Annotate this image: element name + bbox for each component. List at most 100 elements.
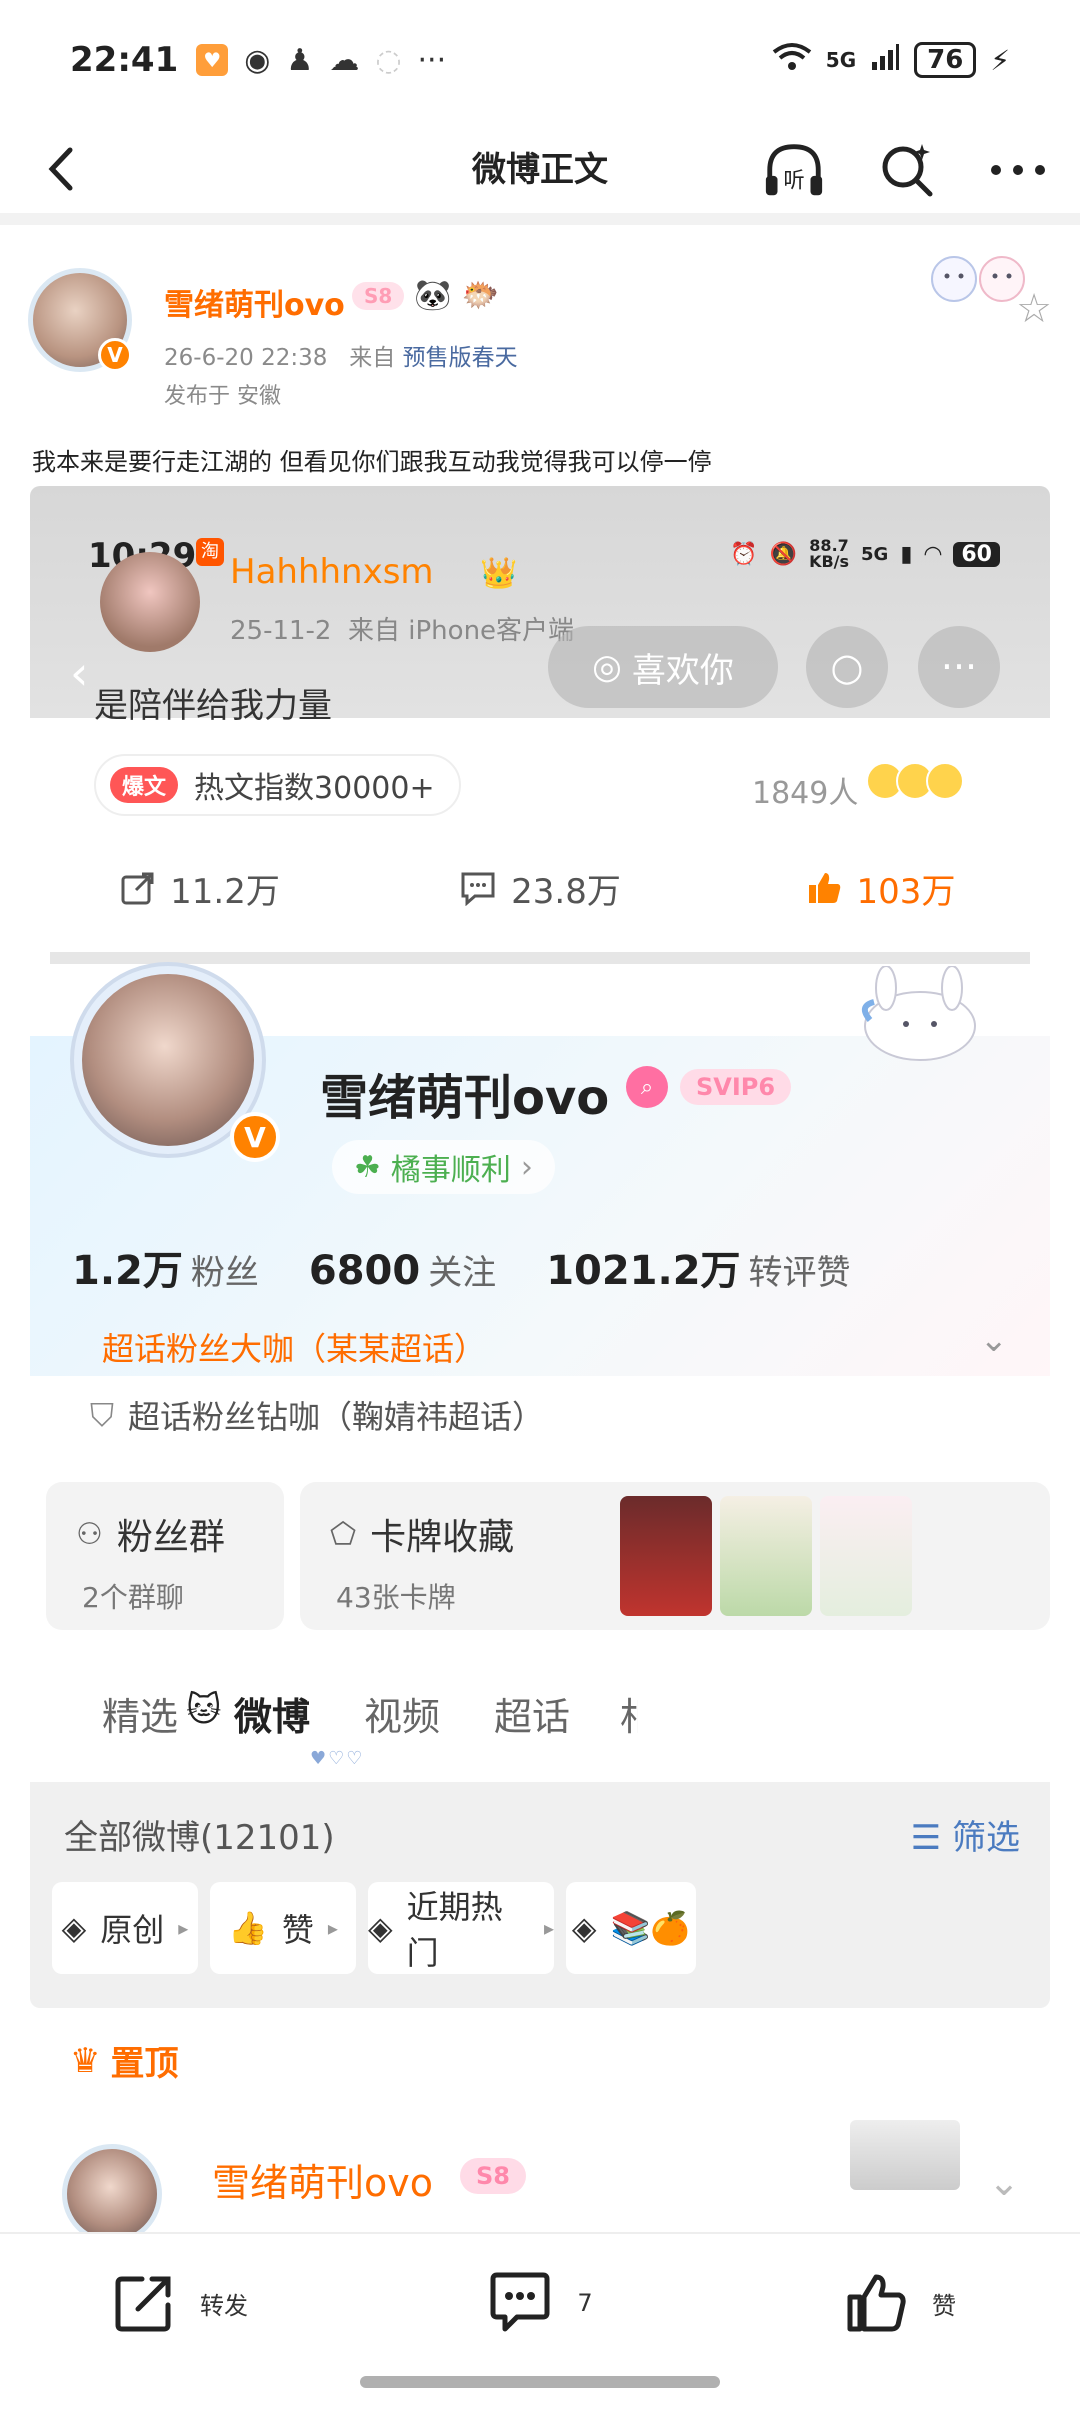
comment-stat: 23.8万 xyxy=(370,838,710,938)
screenshot-wifi-icon: ◠ xyxy=(924,541,942,567)
more-button[interactable] xyxy=(986,138,1050,202)
svg-text:听: 听 xyxy=(783,168,804,193)
chevron-right-icon: › xyxy=(520,1149,533,1185)
next-item-vip: S8 xyxy=(460,2158,526,2194)
weibo-app-icon: ◉ xyxy=(244,42,271,78)
chip-label: 赞 xyxy=(281,1911,314,1949)
card-collection-sub: 43张卡牌 xyxy=(336,1581,456,1614)
panda-icon: 🐼 xyxy=(414,278,452,313)
comment-count: 23.8万 xyxy=(511,871,621,912)
comment-icon xyxy=(490,2272,550,2332)
wechat-app-icon: ☁ xyxy=(329,42,360,78)
comment-count: 7 xyxy=(577,2289,593,2317)
orig-date: 25-11-2 xyxy=(230,616,332,646)
repost-count: 11.2万 xyxy=(170,871,280,912)
profile-avatar xyxy=(82,974,254,1146)
pinned-label: 置顶 xyxy=(110,2044,179,2084)
tab-weibo: 微博 xyxy=(234,1695,311,1739)
hot-index-pill: 爆文 热文指数30000+ xyxy=(94,754,461,816)
follow-label: 关注 xyxy=(428,1253,497,1293)
status-bar: 22:41 ♥ ◉ ♟ ☁ ◌ ··· 5G 76 ⚡ xyxy=(0,0,1080,120)
clover-icon: ☘ xyxy=(354,1149,381,1185)
fans-count: 1.2万 xyxy=(72,1248,183,1294)
screenshot-battery: 60 xyxy=(953,541,1000,567)
post-date: 26-6-20 22:38 xyxy=(164,345,328,371)
profile-status: 橘事顺利 xyxy=(390,1153,511,1188)
status-time: 22:41 xyxy=(70,40,179,80)
vip-badge[interactable]: S8 xyxy=(352,281,405,310)
fans-label: 粉丝 xyxy=(190,1253,259,1293)
tab-video: 视频 xyxy=(364,1695,441,1739)
crown-icon: 👑 xyxy=(480,556,518,591)
post-header: V 雪绪萌刊ovo S8 🐼 🐡 26-6-20 22:38 来自 预售版春天 … xyxy=(0,238,1080,418)
like-stat: 103万 xyxy=(710,838,1050,938)
profile-counts: 1.2万 粉丝 6800 关注 1021.2万 转评赞 xyxy=(72,1238,871,1296)
speed-readout: 88.7 KB/s xyxy=(809,538,849,570)
profile-badge-icon: ⌕ xyxy=(626,1066,668,1108)
chip-liked: 👍 赞 ▸ xyxy=(210,1882,356,1974)
search-button[interactable] xyxy=(874,138,938,202)
chip-label: 原创 xyxy=(100,1911,165,1949)
like-button[interactable]: 赞 xyxy=(720,2234,1080,2372)
post-location: 发布于 安徽 xyxy=(164,384,281,409)
orig-stats-row: 11.2万 23.8万 103万 xyxy=(30,838,1050,938)
screenshot-search-icon: ○ xyxy=(806,626,888,708)
home-indicator[interactable] xyxy=(360,2376,720,2388)
like-count: 103万 xyxy=(856,871,956,912)
source-prefix: 来自 xyxy=(349,345,396,371)
screenshot-more-icon: ··· xyxy=(918,626,1000,708)
people-count: 1849人 xyxy=(752,776,859,811)
more-dots-icon xyxy=(991,165,1045,175)
bottom-action-bar: 转发 7 赞 xyxy=(0,2232,1080,2372)
ring-icon: ◎ xyxy=(592,647,622,687)
orig-text: 是陪伴给我力量 xyxy=(94,686,332,726)
filter-button: ☰ 筛选 xyxy=(911,1810,1020,1859)
listen-button[interactable]: 听 xyxy=(762,138,826,202)
shield-icon: ⛉ xyxy=(90,1395,115,1434)
screenshot-status-icons: ⏰ 🔕 88.7 KB/s 5G ▮ ◠ 60 xyxy=(730,538,1000,570)
bunny-sticker-icon xyxy=(861,966,976,1061)
tab-featured: 精选 xyxy=(102,1695,179,1739)
comment-icon xyxy=(461,872,495,906)
qq-app-icon: ♟ xyxy=(286,42,314,78)
people-icon: ⚇ xyxy=(76,1516,103,1552)
post-source[interactable]: 预售版春天 xyxy=(403,345,518,371)
mute-icon: 🔕 xyxy=(769,541,798,567)
other-app-icon: ◌ xyxy=(375,42,402,78)
super-fan-diamond-row: ⛉ 超话粉丝钻咖（鞠婧祎超话） xyxy=(90,1392,544,1438)
post-meta: 26-6-20 22:38 来自 预售版春天 xyxy=(164,338,518,372)
screenshot-network-label: 5G xyxy=(861,543,889,565)
next-item-avatar xyxy=(62,2144,162,2244)
repost-button[interactable]: 转发 xyxy=(0,2234,360,2372)
fan-group-title: 粉丝群 xyxy=(116,1517,225,1558)
taobao-app-icon: ♥ xyxy=(196,44,229,76)
card-collection-icon: ⬠ xyxy=(330,1516,357,1552)
comment-button[interactable]: 7 xyxy=(360,2234,720,2372)
card-thumbnail xyxy=(720,1496,812,1616)
embedded-screenshot[interactable]: 10:29 淘 ⏰ 🔕 88.7KB/s 5G ▮ ◠ 60 Hahhhnxsm… xyxy=(30,486,1050,2008)
fish-icon: 🐡 xyxy=(461,278,500,313)
fan-group-card: ⚇ 粉丝群 2个群聊 xyxy=(46,1482,284,1630)
card-thumbnail xyxy=(620,1496,712,1616)
alarm-icon: ⏰ xyxy=(730,541,758,567)
profile-tabs: 精选 🐱 微博 视频 超话 相 xyxy=(30,1666,1050,1756)
tab-supertopic: 超话 xyxy=(494,1695,571,1739)
speed-unit: KB/s xyxy=(809,552,850,571)
screenshot-back-icon: ‹ xyxy=(70,646,89,700)
chip-custom: ◈ 📚🍊 xyxy=(566,1882,696,1974)
interactions-count: 1021.2万 xyxy=(546,1248,741,1294)
chip-label: 📚🍊 xyxy=(610,1909,691,1947)
divider xyxy=(50,952,1030,964)
fan-group-sub: 2个群聊 xyxy=(82,1581,184,1614)
signal-icon xyxy=(870,42,900,79)
search-icon xyxy=(882,144,933,197)
headphones-icon: 听 xyxy=(765,144,823,196)
chevron-down-icon: ⌄ xyxy=(979,1320,1009,1360)
profile-verified-badge: V xyxy=(230,1112,280,1162)
like-label: 赞 xyxy=(932,2291,956,2320)
author-name[interactable]: 雪绪萌刊ovo xyxy=(164,280,345,324)
filter-label: 筛选 xyxy=(952,1818,1020,1858)
favorite-star-icon[interactable]: ☆ xyxy=(1016,286,1052,332)
network-label: 5G xyxy=(825,48,857,72)
repost-stat: 11.2万 xyxy=(30,838,370,938)
